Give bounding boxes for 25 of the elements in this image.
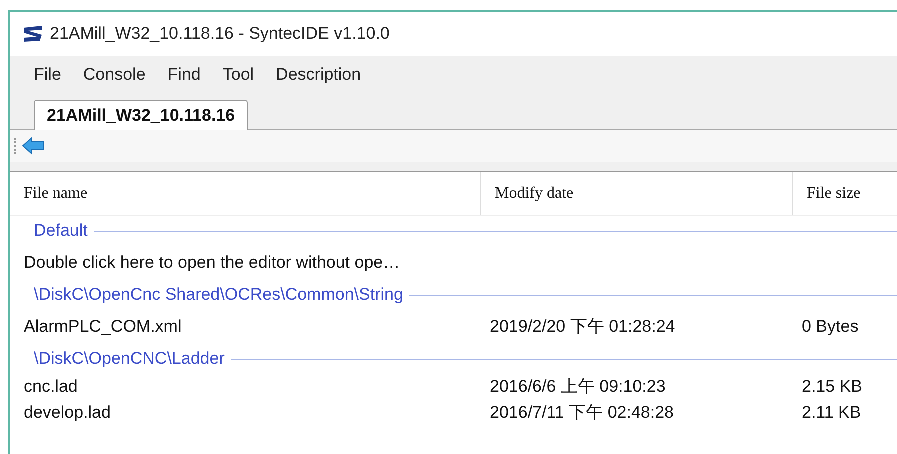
menu-item[interactable]: Find (160, 62, 209, 88)
back-arrow-icon[interactable] (22, 137, 46, 155)
modify-date-cell: 2016/7/11 下午 02:48:28 (490, 403, 674, 422)
menu-item[interactable]: Tool (214, 62, 262, 88)
menu-item[interactable]: File (26, 62, 70, 88)
file-name-cell[interactable]: AlarmPLC_COM.xml (24, 317, 182, 336)
tab[interactable]: 21AMill_W32_10.118.16 (34, 100, 248, 130)
group-header: Default (34, 220, 88, 242)
file-size-cell: 2.11 KB (802, 403, 862, 422)
app-logo-icon (22, 25, 44, 43)
group-header: \DiskC\OpenCNC\Ladder (34, 348, 225, 370)
modify-date-cell: 2016/6/6 上午 09:10:23 (490, 377, 666, 396)
group-header: \DiskC\OpenCnc Shared\OCRes\Common\String (34, 284, 404, 306)
modify-date-cell: 2019/2/20 下午 01:28:24 (490, 317, 676, 336)
menu-item[interactable]: Description (268, 62, 370, 88)
file-name-cell[interactable]: develop.lad (24, 403, 111, 422)
column-header[interactable]: Modify date (481, 182, 574, 206)
file-name-cell[interactable]: cnc.lad (24, 377, 78, 396)
column-header[interactable]: File name (10, 182, 88, 206)
menu-item[interactable]: Console (75, 62, 154, 88)
file-name-cell[interactable]: Double click here to open the editor without ope… (24, 253, 400, 272)
column-header[interactable]: File size (793, 182, 861, 206)
window-title: 21AMill_W32_10.118.16 - SyntecIDE v1.10.0 (50, 23, 390, 46)
file-size-cell: 0 Bytes (802, 317, 859, 336)
file-size-cell: 2.15 KB (802, 377, 862, 396)
